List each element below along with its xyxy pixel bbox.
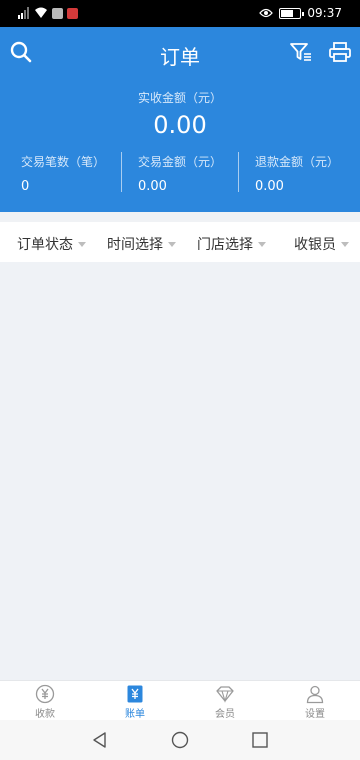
tab-bill[interactable]: 账单	[90, 684, 180, 720]
back-icon[interactable]	[90, 730, 110, 750]
signal-icon	[18, 7, 29, 19]
system-nav-bar	[0, 720, 360, 760]
home-icon[interactable]	[170, 730, 190, 750]
tab-label: 收款	[35, 709, 55, 720]
filter-store-select[interactable]: 门店选择	[197, 234, 266, 254]
recents-icon[interactable]	[250, 730, 270, 750]
divider	[121, 152, 122, 192]
battery-icon	[279, 7, 305, 19]
tab-collect[interactable]: 收款	[0, 684, 90, 720]
status-right-icons: 09:37	[259, 6, 342, 20]
filter-order-status[interactable]: 订单状态	[17, 234, 86, 254]
yuan-coin-icon	[35, 684, 55, 704]
notification-icon	[52, 7, 63, 19]
filter-label: 时间选择	[107, 237, 163, 253]
user-icon	[306, 685, 324, 704]
stat-value: 0.00	[255, 179, 284, 194]
order-list[interactable]	[0, 262, 360, 680]
bill-icon	[127, 685, 143, 703]
filter-label: 门店选择	[197, 237, 253, 253]
filter-label: 订单状态	[17, 237, 73, 253]
tab-bar: 收款 账单 会员 设置	[0, 680, 360, 720]
divider	[0, 212, 360, 222]
tab-settings[interactable]: 设置	[270, 684, 360, 720]
received-amount-value: 0.00	[153, 111, 207, 139]
tab-label: 设置	[305, 709, 325, 720]
stat-label: 退款金额（元）	[255, 155, 340, 169]
filter-time-select[interactable]: 时间选择	[107, 234, 176, 254]
filter-label: 收银员	[294, 237, 336, 253]
caret-down-icon	[341, 241, 349, 247]
status-left-icons	[18, 6, 78, 20]
eye-icon	[259, 8, 274, 18]
printer-icon[interactable]	[328, 41, 352, 63]
diamond-icon	[216, 686, 234, 703]
status-bar: 09:37	[0, 0, 360, 27]
notification-icon	[67, 7, 78, 19]
tab-member[interactable]: 会员	[180, 684, 270, 720]
tab-label: 会员	[215, 709, 235, 720]
received-amount-label: 实收金额（元）	[137, 91, 222, 105]
filter-cashier[interactable]: 收银员	[294, 234, 349, 254]
stat-refund-amount: 退款金额（元） 0.00	[255, 153, 360, 194]
divider	[238, 152, 239, 192]
header: 订单 实收金额（元） 0.00 交易笔数（笔） 0 交易金额（元） 0.00 退…	[0, 27, 360, 212]
tab-label: 账单	[125, 709, 145, 720]
filter-icon[interactable]	[289, 41, 313, 63]
caret-down-icon	[78, 241, 86, 247]
status-time: 09:37	[307, 6, 342, 20]
filter-bar: 订单状态 时间选择 门店选择 收银员	[0, 222, 360, 262]
wifi-icon	[35, 7, 47, 18]
caret-down-icon	[168, 241, 176, 247]
caret-down-icon	[258, 241, 266, 247]
